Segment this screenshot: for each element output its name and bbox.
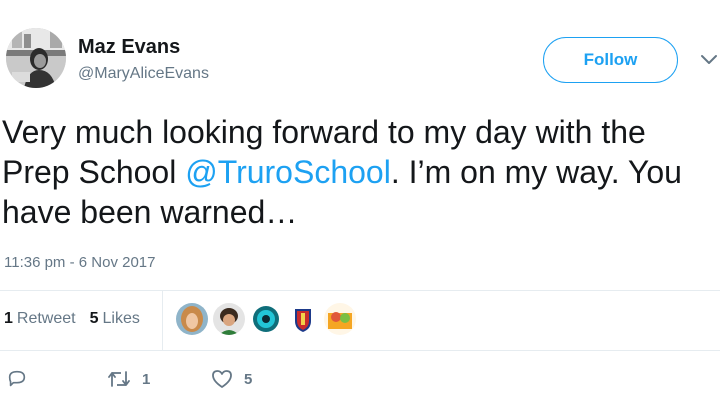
likes-count: 5 bbox=[89, 310, 99, 327]
like-button[interactable]: 5 bbox=[210, 368, 252, 390]
likes-label: Likes bbox=[102, 310, 140, 327]
likers-avatars bbox=[176, 303, 356, 335]
stats-top-divider bbox=[0, 290, 720, 291]
retweets-count: 1 bbox=[4, 310, 13, 327]
like-icon bbox=[210, 368, 234, 390]
liker-avatar-2[interactable] bbox=[213, 303, 245, 335]
retweets-stat[interactable]: 1 Retweet bbox=[4, 310, 76, 328]
liker-avatar-5[interactable] bbox=[324, 303, 356, 335]
retweet-count: 1 bbox=[142, 370, 151, 388]
retweets-label: Retweet bbox=[16, 310, 76, 327]
tweet-stats: 1 Retweet 5 Likes bbox=[4, 310, 140, 328]
retweet-icon bbox=[106, 368, 132, 390]
reply-icon bbox=[6, 368, 28, 390]
follow-button[interactable]: Follow bbox=[543, 37, 678, 83]
author-name[interactable]: Maz Evans bbox=[78, 36, 180, 59]
liker-avatar-1[interactable] bbox=[176, 303, 208, 335]
tweet-timestamp[interactable]: 11:36 pm - 6 Nov 2017 bbox=[4, 254, 155, 271]
tweet-actions: 1 5 bbox=[0, 368, 720, 398]
like-count: 5 bbox=[244, 370, 253, 388]
reply-button[interactable] bbox=[6, 368, 28, 390]
likes-stat[interactable]: 5 Likes bbox=[90, 310, 140, 328]
author-handle[interactable]: @MaryAliceEvans bbox=[78, 65, 209, 83]
author-avatar[interactable] bbox=[6, 28, 66, 88]
mention-link[interactable]: @TruroSchool bbox=[185, 154, 391, 190]
liker-avatar-4[interactable] bbox=[287, 303, 319, 335]
stats-bottom-divider bbox=[0, 350, 720, 351]
retweet-button[interactable]: 1 bbox=[106, 368, 150, 390]
tweet-text: Very much looking forward to my day with… bbox=[2, 112, 702, 232]
stats-vertical-divider bbox=[162, 290, 163, 350]
liker-avatar-3[interactable] bbox=[250, 303, 282, 335]
chevron-down-icon[interactable] bbox=[700, 53, 718, 67]
